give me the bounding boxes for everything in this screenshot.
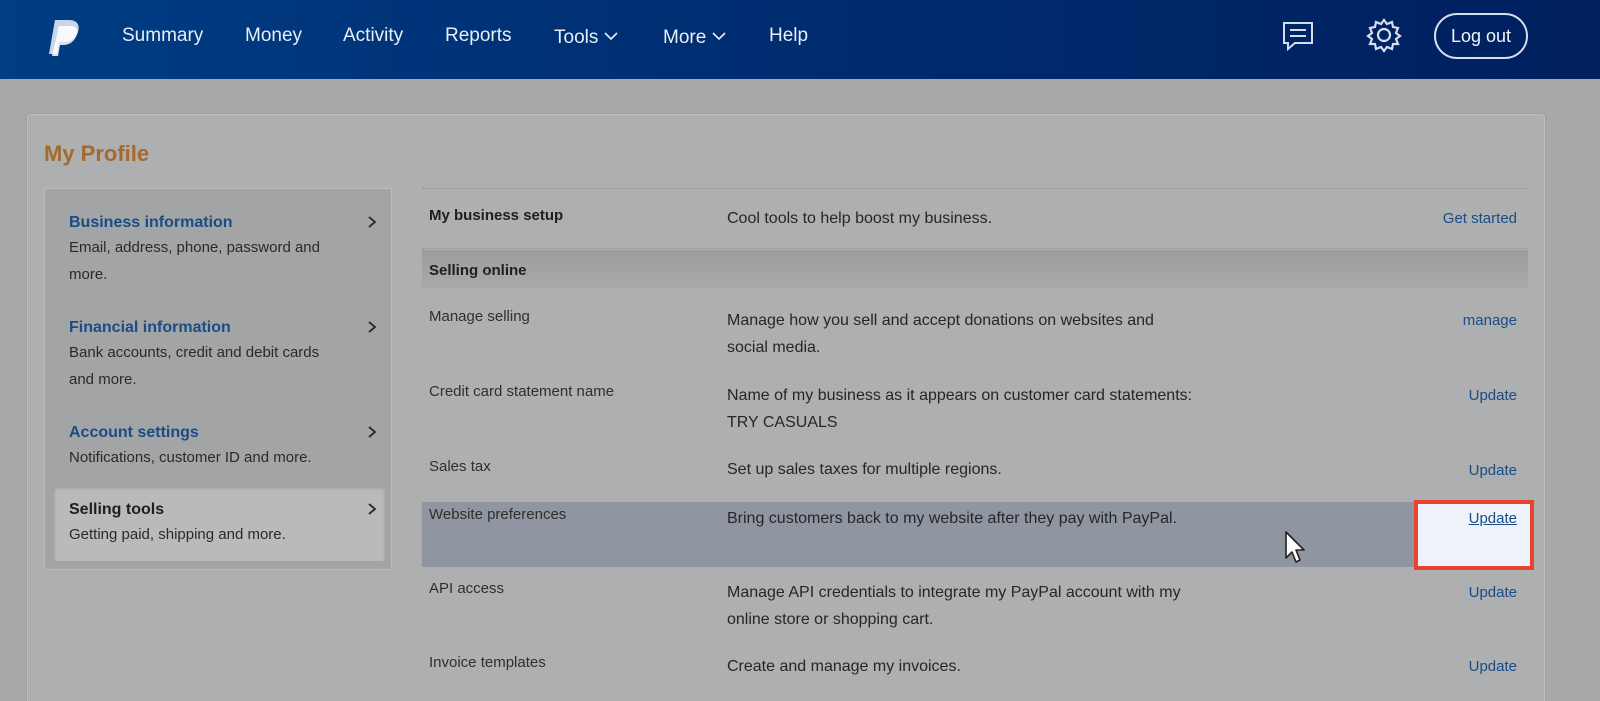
update-invoice-templates-link[interactable]: Update (1469, 658, 1517, 675)
logout-button[interactable]: Log out (1434, 13, 1528, 59)
chevron-right-icon (368, 216, 377, 228)
get-started-link[interactable]: Get started (1443, 210, 1517, 227)
row-label-sales-tax: Sales tax (429, 458, 491, 475)
top-navigation-bar: Summary Money Activity Reports Tools Mor… (0, 0, 1600, 79)
sidebar-item-business-information[interactable]: Business information Email, address, pho… (69, 212, 379, 288)
chevron-right-icon (368, 503, 377, 515)
row-divider (422, 188, 1528, 189)
row-desc-manage-selling: Manage how you sell and accept donations… (727, 312, 1154, 356)
sidebar-item-label: Financial information (69, 319, 231, 336)
update-sales-tax-link[interactable]: Update (1469, 462, 1517, 479)
sidebar-item-desc: Getting paid, shipping and more. (69, 526, 286, 543)
page-title: My Profile (44, 141, 150, 166)
section-title: Selling online (429, 262, 527, 279)
nav-summary[interactable]: Summary (122, 24, 203, 48)
gear-icon[interactable] (1366, 17, 1402, 53)
nav-more[interactable]: More (663, 24, 726, 50)
row-label-invoice-templates: Invoice templates (429, 654, 546, 671)
chevron-down-icon (604, 24, 618, 48)
row-desc-credit-card-statement-name: Name of my business as it appears on cus… (727, 387, 1193, 431)
nav-help[interactable]: Help (769, 24, 808, 48)
row-label-manage-selling: Manage selling (429, 308, 530, 325)
sidebar-item-desc: Bank accounts, credit and debit cards an… (69, 344, 320, 388)
row-label-website-preferences: Website preferences (429, 506, 567, 523)
update-statement-name-link[interactable]: Update (1469, 387, 1517, 404)
mouse-cursor-icon (1285, 531, 1305, 563)
sidebar-item-content: Selling tools Getting paid, shipping and… (69, 499, 379, 548)
chevron-right-icon (368, 321, 377, 333)
row-label-credit-card-statement-name: Credit card statement name (429, 383, 615, 400)
sidebar-item-label: Selling tools (69, 501, 165, 518)
chevron-down-icon (712, 24, 726, 48)
row-desc-invoice-templates: Create and manage my invoices. (727, 658, 961, 675)
update-website-preferences-link[interactable]: Update (1469, 510, 1517, 527)
row-divider (422, 248, 1528, 249)
sidebar-item-label: Business information (69, 214, 233, 231)
paypal-logo[interactable] (45, 18, 81, 56)
nav-tools[interactable]: Tools (554, 24, 618, 50)
message-icon[interactable] (1281, 20, 1315, 52)
nav-activity[interactable]: Activity (343, 24, 403, 48)
sidebar-item-financial-information[interactable]: Financial information Bank accounts, cre… (69, 317, 379, 393)
sidebar-item-account-settings[interactable]: Account settings Notifications, customer… (69, 422, 379, 471)
sidebar-item-desc: Notifications, customer ID and more. (69, 449, 312, 466)
manage-selling-link[interactable]: manage (1463, 312, 1517, 329)
nav-money[interactable]: Money (245, 24, 302, 48)
row-label-api-access: API access (429, 580, 505, 597)
setup-label: My business setup (429, 207, 564, 224)
row-desc-website-preferences: Bring customers back to my website after… (727, 510, 1177, 527)
setup-desc: Cool tools to help boost my business. (727, 210, 993, 227)
update-api-access-link[interactable]: Update (1469, 584, 1517, 601)
chevron-right-icon (368, 426, 377, 438)
profile-sidebar: Business information Email, address, pho… (44, 188, 392, 570)
row-desc-sales-tax: Set up sales taxes for multiple regions. (727, 461, 1002, 478)
sidebar-item-label: Account settings (69, 424, 199, 441)
nav-more-label: More (663, 27, 707, 48)
sidebar-item-selling-tools[interactable]: Selling tools Getting paid, shipping and… (54, 486, 385, 561)
nav-reports[interactable]: Reports (445, 24, 512, 48)
row-desc-api-access: Manage API credentials to integrate my P… (727, 584, 1181, 628)
nav-tools-label: Tools (554, 27, 599, 48)
section-header-selling-online (422, 250, 1528, 288)
sidebar-item-desc: Email, address, phone, password and more… (69, 239, 320, 283)
